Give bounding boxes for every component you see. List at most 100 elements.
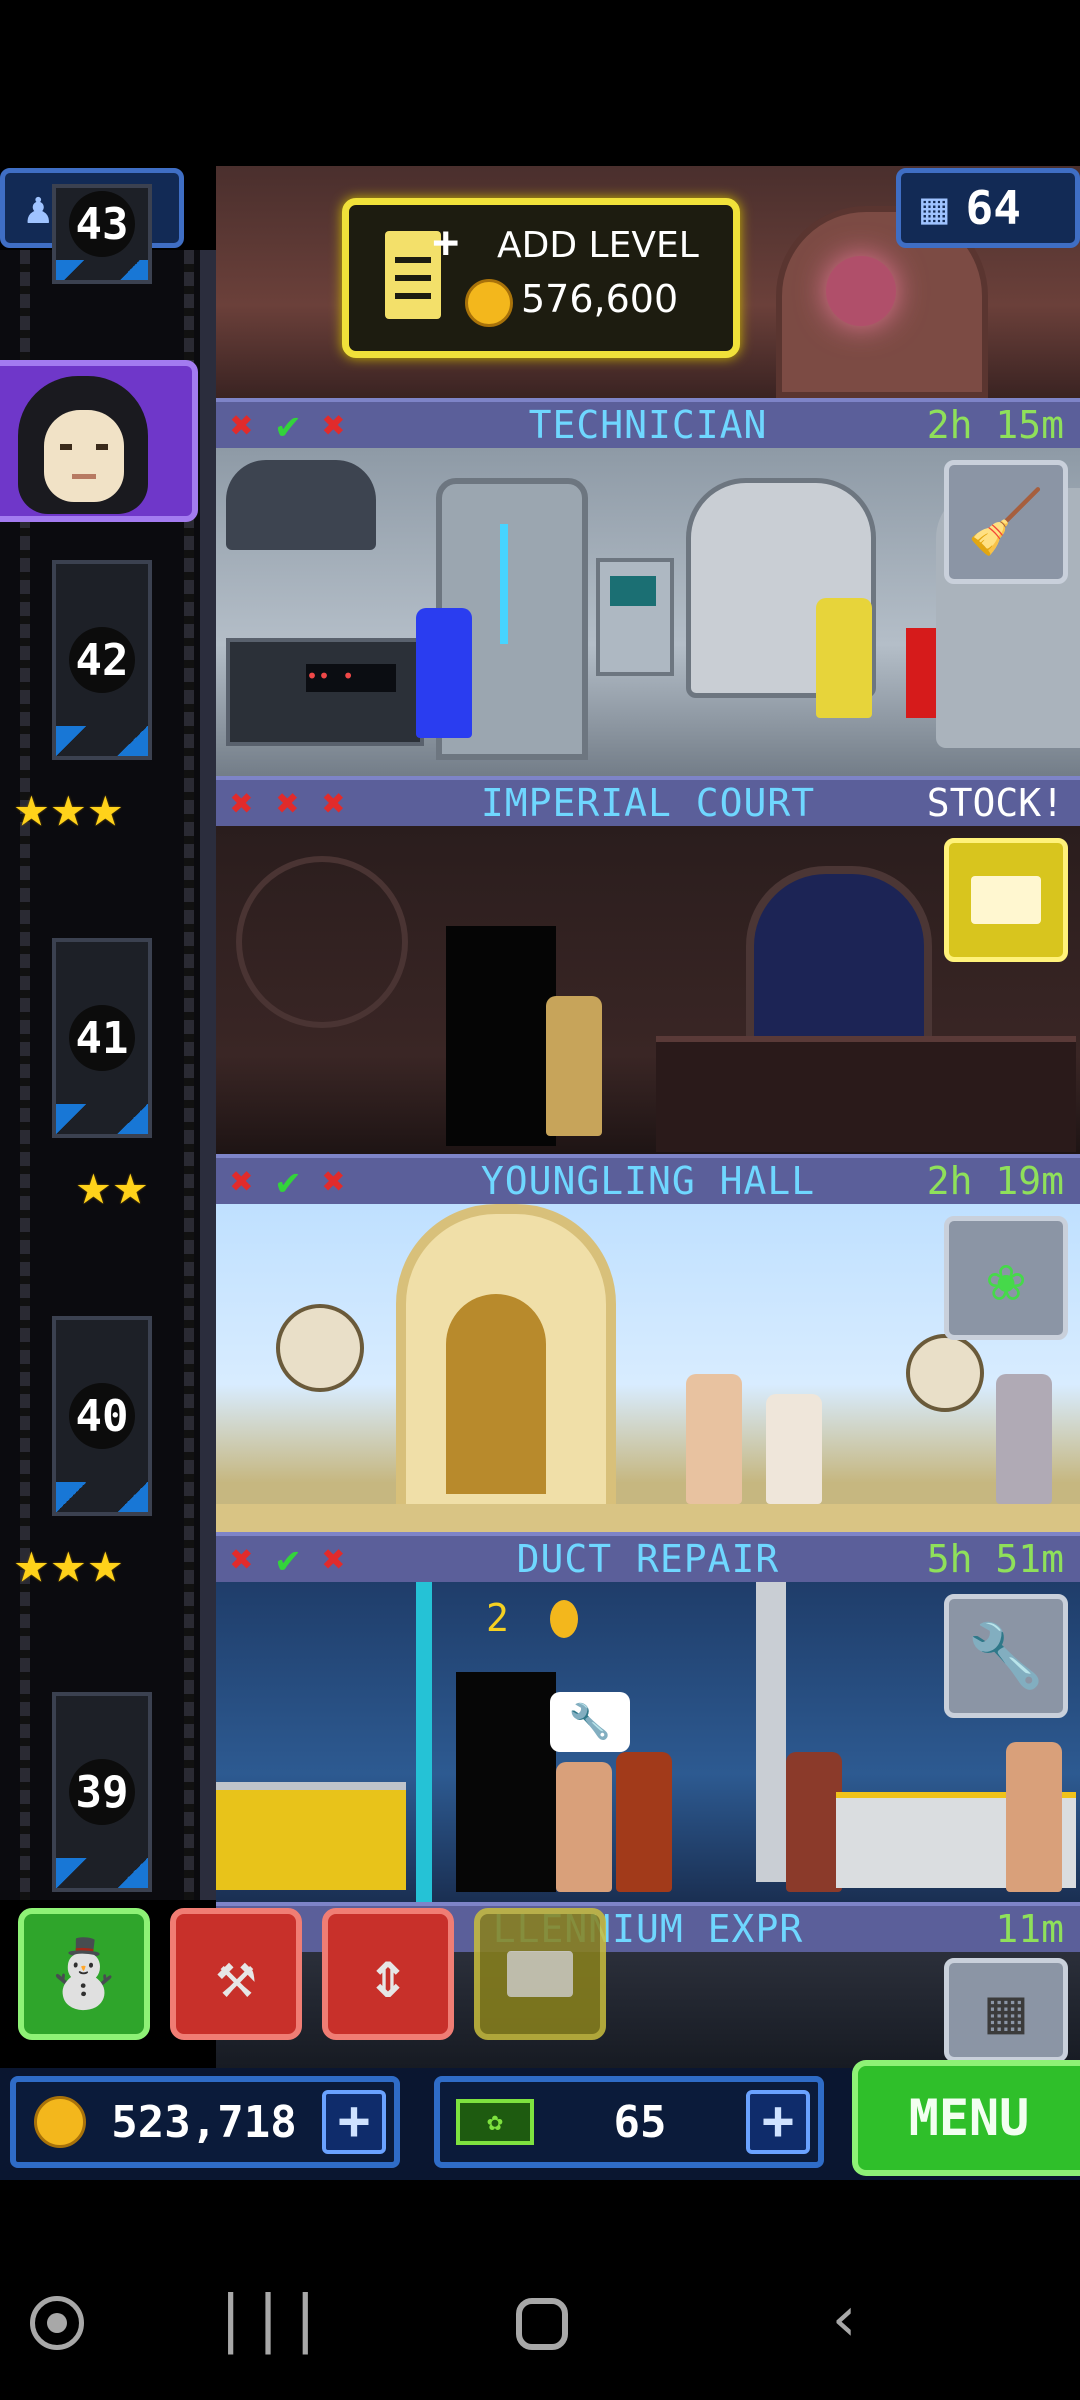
imperial-emblem [236, 856, 408, 1028]
resident-bald[interactable] [1006, 1742, 1062, 1892]
training-remote-droid-2 [906, 1334, 984, 1412]
nav-area [0, 2180, 1080, 2400]
droid-icon: ⛄ [42, 1935, 126, 2012]
restock-button[interactable]: 🧹 [944, 460, 1068, 584]
crate-icon [507, 1951, 573, 1997]
resident-guard[interactable] [546, 996, 602, 1136]
coin-icon [34, 2096, 86, 2148]
rating-stars: ★★★ [14, 1528, 125, 1596]
restock-button[interactable]: ❀ [944, 1216, 1068, 1340]
game-launcher-icon[interactable] [30, 2296, 84, 2350]
elevator-floor-40[interactable]: 40 [52, 1316, 152, 1516]
control-desk: •• • [226, 638, 424, 746]
resident-pilot[interactable] [616, 1752, 672, 1892]
red-lamp [826, 256, 896, 326]
trash-icon: ▦ [987, 1973, 1025, 2047]
floor-timer: 5h 51m [926, 1537, 1064, 1581]
floor-timer: 11m [995, 1907, 1064, 1951]
resident-worker[interactable] [786, 1752, 842, 1892]
add-level-label: ADD LEVEL [497, 225, 699, 266]
coin-balance-value: 523,718 [111, 2096, 297, 2148]
buy-coins-button[interactable]: + [322, 2090, 386, 2154]
resident-youngling-2[interactable] [766, 1394, 822, 1504]
coin-balance[interactable]: 523,718 + [10, 2076, 400, 2168]
floor-duct-repair[interactable]: ✖ ✔ ✖ DUCT REPAIR 5h 51m 2 🔧 🔧 [216, 1532, 1080, 1902]
elevator-door-marker [56, 726, 148, 756]
floor-number: 41 [69, 1005, 135, 1071]
floor-timer: 2h 19m [926, 1159, 1064, 1203]
doorway [456, 1672, 556, 1892]
elevator-door-marker [56, 1104, 148, 1134]
stock-crate-button[interactable] [944, 838, 1068, 962]
floor-imperial-court[interactable]: ✖ ✖ ✖ IMPERIAL COURT STOCK! [216, 776, 1080, 1154]
floor-rail [216, 1504, 1080, 1532]
floor-status: STOCK! [926, 781, 1064, 825]
floor-bar: ✖ ✔ ✖ YOUNGLING HALL 2h 19m [216, 1154, 1080, 1204]
doorway [446, 926, 556, 1146]
plant-icon: ❀ [987, 1241, 1025, 1315]
throne-desk [656, 1036, 1076, 1152]
elevator-door-marker [56, 260, 148, 280]
person-icon: ♟ [25, 182, 52, 234]
floor-bar: ✖ ✖ ✖ IMPERIAL COURT STOCK! [216, 776, 1080, 826]
stock-all-button[interactable] [474, 1908, 606, 2040]
elevator-arrows-icon: ⇕ [368, 1935, 408, 2013]
floor-number: 42 [69, 627, 135, 693]
buy-bux-button[interactable]: + [746, 2090, 810, 2154]
broom-icon: 🧹 [967, 485, 1045, 558]
status-bar-area [0, 0, 1080, 166]
rating-stars: ★★★ [14, 772, 125, 840]
coin-icon [550, 1600, 578, 1638]
resident-droid[interactable] [816, 598, 872, 718]
restock-button[interactable]: ▦ [944, 1958, 1068, 2062]
floor-bar: ✖ ✔ ✖ DUCT REPAIR 5h 51m [216, 1532, 1080, 1582]
recent-apps-icon[interactable]: ||| [212, 2282, 324, 2355]
bux-balance[interactable]: ✿ 65 + [434, 2076, 824, 2168]
restock-button[interactable]: 🔧 [944, 1594, 1068, 1718]
resident-mechanic[interactable] [556, 1762, 612, 1892]
pipe [416, 1582, 432, 1902]
floor-number: 39 [69, 1759, 135, 1825]
back-icon[interactable]: ‹ [826, 2282, 863, 2355]
elevator-door-marker [56, 1482, 148, 1512]
floor-number: 40 [69, 1383, 135, 1449]
coin-icon [465, 279, 513, 327]
elevator-operator-portrait[interactable] [0, 360, 198, 522]
add-level-button[interactable]: + ADD LEVEL 576,600 [342, 198, 740, 358]
bux-icon: ✿ [456, 2099, 534, 2145]
floor-counter[interactable]: ▦ 64 [896, 168, 1080, 248]
hammer-icon: ⚒ [216, 1935, 256, 2013]
floor-count-value: 64 [965, 181, 1021, 235]
floor-timer: 2h 15m [926, 403, 1064, 447]
resident-youngling[interactable] [686, 1374, 742, 1504]
elevator-floor-42[interactable]: 42 [52, 560, 152, 760]
resident-alien[interactable] [416, 608, 472, 738]
rating-stars: ★★ [76, 1150, 150, 1218]
menu-button[interactable]: MENU [852, 2060, 1080, 2176]
floor-youngling-hall[interactable]: ✖ ✔ ✖ YOUNGLING HALL 2h 19m ❀ [216, 1154, 1080, 1532]
vertical-duct [756, 1582, 786, 1882]
bux-balance-value: 65 [613, 2096, 667, 2148]
elevator-button[interactable]: ⇕ [322, 1908, 454, 2040]
wall-terminal [596, 558, 674, 676]
crate-icon [971, 876, 1041, 924]
elevator-door-marker [56, 1858, 148, 1888]
elevator-floor-41[interactable]: 41 [52, 938, 152, 1138]
elevator-floor-39[interactable]: 39 [52, 1692, 152, 1892]
shaft-wall [200, 250, 216, 1900]
add-level-cost: 576,600 [521, 277, 679, 321]
elevator-floor-43[interactable]: 43 [52, 184, 152, 284]
floor-bar: ✖ ✔ ✖ TECHNICIAN 2h 15m [216, 398, 1080, 448]
droid-button[interactable]: ⛄ [18, 1908, 150, 2040]
training-remote-droid [276, 1304, 364, 1392]
building-icon: ▦ [921, 182, 948, 234]
floor-number: 43 [69, 191, 135, 257]
coin-tip: 2 [486, 1596, 509, 1640]
add-floor-icon: + [385, 217, 459, 319]
home-icon[interactable] [516, 2298, 568, 2350]
floor-technician[interactable]: ✖ ✔ ✖ TECHNICIAN 2h 15m •• • 🧹 [216, 398, 1080, 776]
crane-claw [226, 460, 376, 550]
counter-bench [216, 1782, 406, 1890]
build-button[interactable]: ⚒ [170, 1908, 302, 2040]
resident-yoda-like[interactable] [996, 1374, 1052, 1504]
